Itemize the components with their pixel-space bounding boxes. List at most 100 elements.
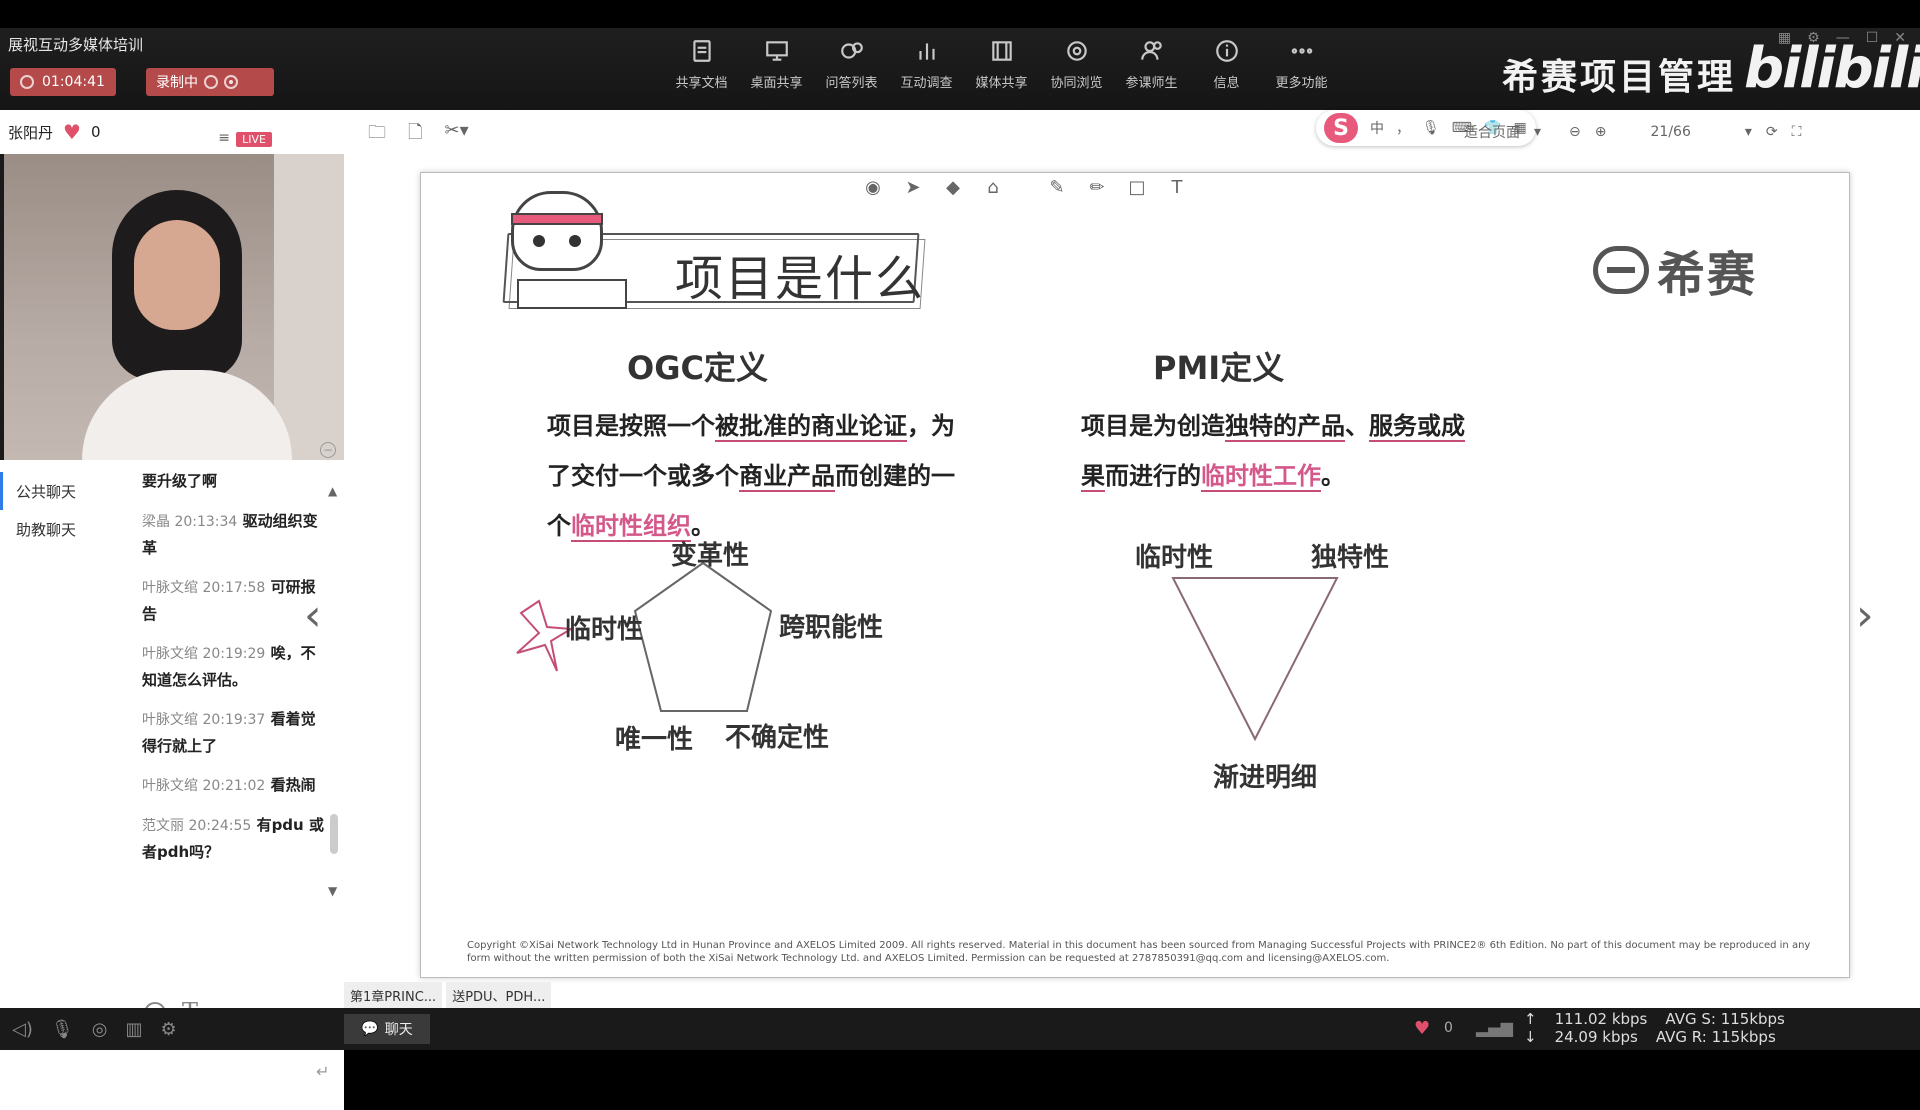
pmi-line-2: 果而进行的临时性工作。 <box>1081 451 1511 501</box>
message-meta: 叶脉文绾 20:21:02 <box>142 778 266 794</box>
window-minimize-icon[interactable]: — <box>1836 30 1850 46</box>
window-maximize-icon[interactable]: ☐ <box>1866 30 1879 46</box>
bottom-status-bar: 💬 聊天 ♥ 0 ▂▄▆ ↑ 111.02 kbps AVG S: 115kbp… <box>344 1008 1920 1050</box>
zoom-out-icon[interactable]: ⊖ <box>1569 124 1581 140</box>
collapse-icon[interactable]: − <box>320 442 336 458</box>
tool-desktop-share[interactable]: 桌面共享 <box>739 36 814 104</box>
fullscreen-icon[interactable]: ⛶ <box>1792 124 1802 140</box>
tool-poll[interactable]: 互动调查 <box>889 36 964 104</box>
top-header: 展视互动多媒体培训 01:04:41 录制中 共享文档 桌面共享 问答列表 互动… <box>0 28 1920 110</box>
stage-toolbar: 🗀 🗋 ✂▾ S 中 ， 🎙 ⌨ 👕 ▦ 适合页面 ▾ ⊖ ⊕ 21/66 ▾ <box>344 110 1920 150</box>
folder-icon[interactable]: 🗀 <box>368 120 386 150</box>
live-badge: LIVE <box>236 132 272 147</box>
tool-more[interactable]: 更多功能 <box>1264 36 1339 104</box>
sogou-logo-icon[interactable]: S <box>1324 113 1358 143</box>
tool-label: 桌面共享 <box>750 76 803 91</box>
chat-message: 叶脉文绾 20:21:02 看热闹 <box>142 772 324 799</box>
settings-icon[interactable]: ⚙ <box>160 1019 176 1040</box>
tab-public-chat[interactable]: 公共聊天 <box>0 472 130 510</box>
next-page-icon[interactable]: › <box>1856 590 1874 641</box>
presenter-bar: 张阳丹 ♥ 0 ≡ LIVE <box>0 110 344 154</box>
like-heart-icon[interactable]: ♥ <box>1414 1018 1430 1039</box>
pmi-text: 。 <box>1321 462 1345 490</box>
message-meta: 范文丽 20:24:55 <box>142 818 252 834</box>
message-text: 要升级了啊 <box>142 472 218 490</box>
signal-strength-icon: ▂▄▆ <box>1476 1018 1513 1037</box>
pmi-text-underlined: 独特的产品 <box>1225 412 1345 442</box>
tool-label: 问答列表 <box>825 76 878 91</box>
window-settings-icon[interactable]: ⚙ <box>1807 30 1820 46</box>
prev-page-icon[interactable]: ‹ <box>304 590 322 641</box>
pmi-definition: 项目是为创造独特的产品、服务或成 果而进行的临时性工作。 <box>1081 401 1511 501</box>
desktop-icon <box>762 36 792 66</box>
speaker-icon[interactable]: ◁) <box>12 1019 33 1040</box>
tool-label: 共享文档 <box>675 76 728 91</box>
network-stats: ↑ 111.02 kbps AVG S: 115kbps ↓ 24.09 kbp… <box>1524 1010 1785 1046</box>
window-grid-icon[interactable]: ▦ <box>1778 30 1791 46</box>
chat-bubble-icon: 💬 <box>361 1021 379 1037</box>
tool-participants[interactable]: 参课师生 <box>1114 36 1189 104</box>
microphone-icon[interactable]: 🎙 <box>51 1019 74 1040</box>
letterbox-top <box>0 0 1920 28</box>
levels-icon[interactable]: ▥ <box>125 1019 142 1040</box>
pmi-text-underlined: 服务或成 <box>1369 412 1465 442</box>
pmi-text-highlight: 临时性工作 <box>1201 462 1321 492</box>
file-icon[interactable]: 🗋 <box>408 120 422 150</box>
zoom-select[interactable]: 适合页面 <box>1464 122 1520 142</box>
send-icon[interactable]: ↵ <box>316 1062 329 1081</box>
download-arrow-icon: ↓ <box>1524 1028 1537 1046</box>
pmi-line-1: 项目是为创造独特的产品、服务或成 <box>1081 401 1511 451</box>
scroll-thumb[interactable] <box>330 814 338 854</box>
download-rate: 24.09 kbps <box>1554 1028 1638 1046</box>
stop-record-icon[interactable] <box>224 75 238 89</box>
chat-message: 叶脉文绾 20:19:29 唉，不知道怎么评估。 <box>142 640 324 693</box>
app-root: 展视互动多媒体培训 01:04:41 录制中 共享文档 桌面共享 问答列表 互动… <box>0 0 1920 1110</box>
tool-label: 更多功能 <box>1275 76 1328 91</box>
slide: ◉ ➤ ◆ ⌂ ✎ ✏ □ T 项目是什么 希赛 OGC定义 项目是按照一个被批… <box>420 172 1850 978</box>
stats-upload-row: ↑ 111.02 kbps AVG S: 115kbps <box>1524 1010 1785 1028</box>
zoom-in-icon[interactable]: ⊕ <box>1595 124 1607 140</box>
page-indicator[interactable]: 21/66 <box>1651 124 1691 140</box>
triangle-label-right: 独特性 <box>1311 543 1390 573</box>
scissors-icon[interactable]: ✂▾ <box>444 120 468 150</box>
tool-co-browse[interactable]: 协同浏览 <box>1039 36 1114 104</box>
message-text: 看热闹 <box>270 776 316 794</box>
timer-button[interactable]: 01:04:41 <box>10 68 116 96</box>
presenter-face <box>134 220 220 330</box>
users-icon <box>1137 36 1167 66</box>
copyright-text: Copyright ©XiSai Network Technology Ltd … <box>467 940 1811 964</box>
tool-info[interactable]: 信息 <box>1189 36 1264 104</box>
ime-lang[interactable]: 中 <box>1370 118 1384 138</box>
refresh-icon[interactable]: ⟳ <box>1766 124 1778 140</box>
tool-shared-doc[interactable]: 共享文档 <box>664 36 739 104</box>
chat-button[interactable]: 💬 聊天 <box>344 1014 430 1044</box>
zoom-dropdown-icon[interactable]: ▾ <box>1534 124 1541 140</box>
clock-icon <box>20 75 34 89</box>
recording-button[interactable]: 录制中 <box>146 68 274 96</box>
camera-icon[interactable]: ◎ <box>92 1019 108 1040</box>
pause-icon[interactable] <box>204 75 218 89</box>
heart-icon[interactable]: ♥ <box>63 120 81 144</box>
upload-rate: 111.02 kbps <box>1554 1010 1648 1028</box>
tool-label: 信息 <box>1213 76 1240 91</box>
chat-message: 叶脉文绾 20:17:58 可研报告 <box>142 574 324 627</box>
chat-scrollbar[interactable]: ▲ ▼ <box>328 484 340 898</box>
ime-punct[interactable]: ， <box>1396 118 1410 138</box>
tool-media-share[interactable]: 媒体共享 <box>964 36 1039 104</box>
pentagon-label-bottom-left: 唯一性 <box>615 725 694 755</box>
presenter-likes: 0 <box>90 123 101 141</box>
pentagon-label-left: 临时性 <box>565 615 644 645</box>
pmi-text: 项目是为创造 <box>1081 412 1225 440</box>
stage-tools-left: 🗀 🗋 ✂▾ <box>368 120 469 150</box>
scroll-up-icon[interactable]: ▲ <box>328 484 337 498</box>
triangle-shape <box>1171 577 1339 742</box>
chat-message: 梁晶 20:13:34 驱动组织变革 <box>142 508 324 561</box>
stage-tools-right: 适合页面 ▾ ⊖ ⊕ 21/66 ▾ ⟳ ⛶ <box>1464 122 1801 142</box>
tab-assistant-chat[interactable]: 助教聊天 <box>0 510 130 548</box>
list-icon[interactable]: ≡ <box>218 130 230 146</box>
window-close-icon[interactable]: ✕ <box>1894 30 1906 46</box>
tool-qa-list[interactable]: 问答列表 <box>814 36 889 104</box>
page-dropdown-icon[interactable]: ▾ <box>1745 124 1752 140</box>
ime-mic-icon[interactable]: 🎙 <box>1422 120 1440 136</box>
scroll-down-icon[interactable]: ▼ <box>328 884 337 898</box>
